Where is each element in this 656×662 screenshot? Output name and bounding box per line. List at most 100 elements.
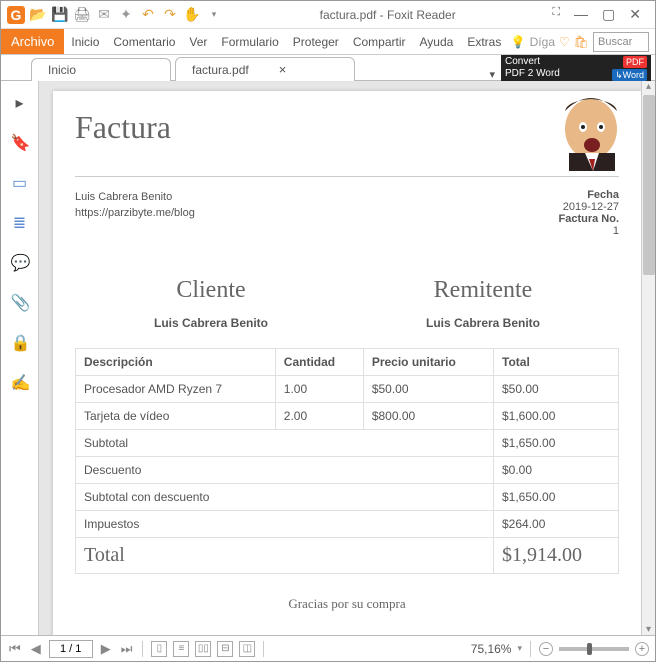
undo-icon[interactable]: ↶: [139, 6, 157, 24]
total-row: Total$1,914.00: [76, 538, 619, 574]
sender-name: Luis Cabrera Benito: [347, 316, 619, 330]
open-icon[interactable]: 📂: [29, 6, 47, 24]
quick-access-toolbar: G 📂 💾 🖨 ✉ ✦ ↶ ↷ ✋ ▾: [7, 6, 223, 24]
ribbon-toggle-icon[interactable]: ⛶: [552, 6, 560, 23]
view-continuous-icon[interactable]: ≡: [173, 641, 189, 657]
col-unit: Precio unitario: [363, 349, 493, 376]
avatar-image: [531, 91, 631, 171]
subtotal-disc-row: Subtotal con descuento$1,650.00: [76, 484, 619, 511]
next-page-icon[interactable]: ▶: [99, 641, 113, 657]
client-title: Cliente: [75, 277, 347, 304]
status-bar: ⏮ ◀ ▶ ⏭ ▯ ≡ ▯▯ ⊟ ◫ 75,16% ▾ − +: [1, 635, 655, 661]
bulb-icon[interactable]: 💡: [511, 35, 526, 49]
document-viewport[interactable]: Factura Luis Cabrera Benito https://parz…: [39, 81, 655, 635]
shop-icon[interactable]: 🛍: [574, 35, 589, 49]
menu-share[interactable]: Compartir: [346, 30, 413, 54]
zoom-out-icon[interactable]: −: [539, 642, 553, 656]
tab-label: factura.pdf: [192, 63, 249, 77]
tell-me[interactable]: Díga: [530, 35, 555, 49]
parties: Cliente Luis Cabrera Benito Remitente Lu…: [75, 277, 619, 330]
view-single-icon[interactable]: ▯: [151, 641, 167, 657]
tab-start[interactable]: Inicio: [31, 58, 171, 81]
zoom-slider[interactable]: [559, 647, 629, 651]
tab-label: Inicio: [48, 63, 76, 77]
invoice-meta: Luis Cabrera Benito https://parzibyte.me…: [75, 189, 619, 237]
redo-icon[interactable]: ↷: [161, 6, 179, 24]
menu-bar: Archivo Inicio Comentario Ver Formulario…: [1, 29, 655, 55]
bookmark-icon[interactable]: 🔖: [11, 133, 29, 151]
menu-form[interactable]: Formulario: [214, 30, 285, 54]
document-tabs: Inicio factura.pdf × ▾ Convert PDF PDF 2 …: [1, 55, 655, 81]
page-input[interactable]: [49, 640, 93, 658]
vertical-scrollbar[interactable]: ▴ ▾: [641, 81, 655, 635]
view-facing-icon[interactable]: ▯▯: [195, 641, 211, 657]
first-page-icon[interactable]: ⏮: [7, 641, 23, 657]
col-total: Total: [494, 349, 619, 376]
comments-icon[interactable]: 💬: [11, 253, 29, 271]
thanks-text: Gracias por su compra: [75, 596, 619, 612]
tab-close-icon[interactable]: ×: [279, 62, 287, 77]
tax-row: Impuestos$264.00: [76, 511, 619, 538]
promo-line1: Convert: [505, 56, 540, 67]
title-bar: G 📂 💾 🖨 ✉ ✦ ↶ ↷ ✋ ▾ factura.pdf - Foxit …: [1, 1, 655, 29]
word-badge: ↳Word: [612, 69, 647, 81]
menu-extras[interactable]: Extras: [460, 30, 508, 54]
print-icon[interactable]: 🖨: [73, 6, 91, 24]
heart-icon[interactable]: ♡: [559, 35, 570, 49]
menu-comment[interactable]: Comentario: [106, 30, 182, 54]
menu-protect[interactable]: Proteger: [286, 30, 346, 54]
tab-document[interactable]: factura.pdf ×: [175, 57, 355, 81]
minimize-icon[interactable]: —: [574, 6, 588, 23]
table-header-row: Descripción Cantidad Precio unitario Tot…: [76, 349, 619, 376]
scroll-up-icon[interactable]: ▴: [642, 81, 655, 92]
security-icon[interactable]: 🔒: [11, 333, 29, 351]
menu-view[interactable]: Ver: [182, 30, 214, 54]
pdf-badge: PDF: [623, 56, 647, 68]
divider: [75, 176, 619, 177]
invoice-no-label: Factura No.: [558, 213, 619, 225]
view-cont-facing-icon[interactable]: ⊟: [217, 641, 233, 657]
zoom-dropdown-icon[interactable]: ▾: [517, 643, 522, 654]
pages-icon[interactable]: ▭: [11, 173, 29, 191]
app-icon: G: [7, 6, 25, 24]
expand-icon[interactable]: ▸: [11, 93, 29, 111]
view-separate-icon[interactable]: ◫: [239, 641, 255, 657]
search-input[interactable]: [593, 32, 649, 52]
maximize-icon[interactable]: ▢: [602, 6, 615, 23]
signatures-icon[interactable]: ✍: [11, 373, 29, 391]
last-page-icon[interactable]: ⏭: [119, 641, 135, 657]
menu-file[interactable]: Archivo: [1, 29, 64, 54]
hand-icon[interactable]: ✋: [183, 6, 201, 24]
sender-title: Remitente: [347, 277, 619, 304]
menu-help[interactable]: Ayuda: [413, 30, 461, 54]
snapshot-icon[interactable]: ✦: [117, 6, 135, 24]
zoom-in-icon[interactable]: +: [635, 642, 649, 656]
col-qty: Cantidad: [275, 349, 363, 376]
table-row: Procesador AMD Ryzen 7 1.00 $50.00 $50.0…: [76, 376, 619, 403]
main-area: ▸ 🔖 ▭ ≣ 💬 📎 🔒 ✍ Factura Luis Cab: [1, 81, 655, 635]
client-name: Luis Cabrera Benito: [75, 316, 347, 330]
qat-dropdown-icon[interactable]: ▾: [205, 6, 223, 24]
promo-banner[interactable]: Convert PDF PDF 2 Word ↳Word: [501, 55, 651, 81]
invoice-no-value: 1: [558, 225, 619, 237]
date-label: Fecha: [558, 189, 619, 201]
col-desc: Descripción: [76, 349, 276, 376]
menu-home[interactable]: Inicio: [64, 30, 106, 54]
close-icon[interactable]: ✕: [629, 6, 641, 23]
tab-menu-dropdown-icon[interactable]: ▾: [489, 68, 495, 81]
date-value: 2019-12-27: [558, 201, 619, 213]
zoom-value: 75,16%: [471, 642, 512, 656]
table-row: Tarjeta de vídeo 2.00 $800.00 $1,600.00: [76, 403, 619, 430]
prev-page-icon[interactable]: ◀: [29, 641, 43, 657]
scroll-down-icon[interactable]: ▾: [642, 624, 655, 635]
save-icon[interactable]: 💾: [51, 6, 69, 24]
subtotal-row: Subtotal$1,650.00: [76, 430, 619, 457]
layers-icon[interactable]: ≣: [11, 213, 29, 231]
scroll-thumb[interactable]: [643, 95, 655, 275]
mail-icon[interactable]: ✉: [95, 6, 113, 24]
attachments-icon[interactable]: 📎: [11, 293, 29, 311]
window-title: factura.pdf - Foxit Reader: [223, 8, 552, 22]
promo-line2: PDF 2 Word: [505, 68, 560, 79]
side-panel: ▸ 🔖 ▭ ≣ 💬 📎 🔒 ✍: [1, 81, 39, 635]
discount-row: Descuento$0.00: [76, 457, 619, 484]
